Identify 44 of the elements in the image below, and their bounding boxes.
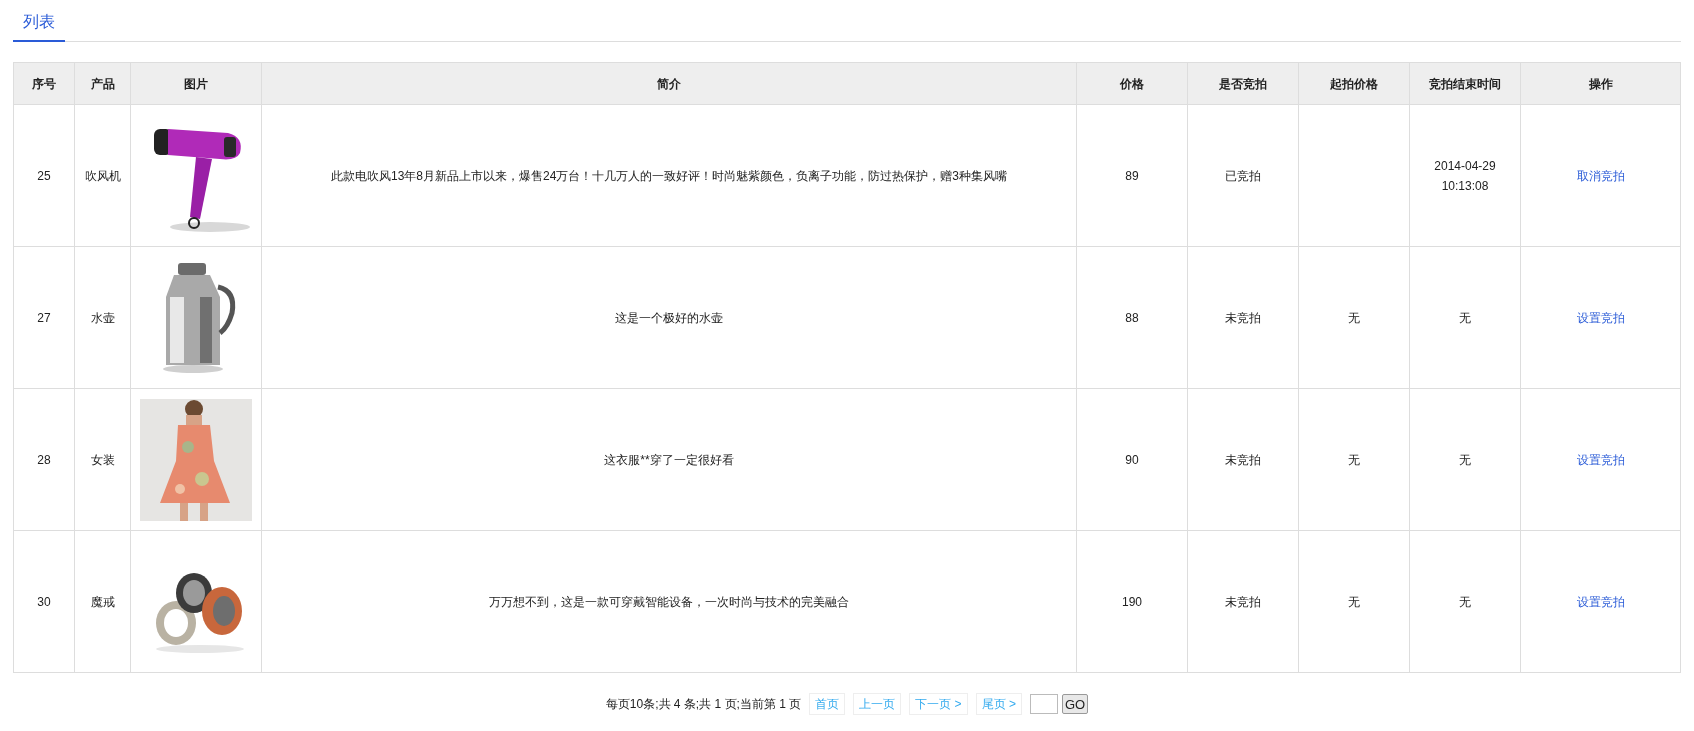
table-cell: 89 <box>1125 168 1139 183</box>
column-header: 产品 <box>90 76 115 91</box>
column-header: 图片 <box>184 76 208 91</box>
table-cell: 无 <box>1348 594 1360 609</box>
table-cell-text: 无 <box>1459 593 1471 611</box>
table-cell: 90 <box>1125 452 1139 467</box>
table-cell: 万万想不到，这是一款可穿戴智能设备，一次时尚与技术的完美融合 <box>489 594 849 609</box>
table-cell: 女装 <box>90 452 115 467</box>
table-cell: 27 <box>37 310 51 325</box>
table-cell-text: 无 <box>1459 309 1471 327</box>
auction-link[interactable]: 取消竞拍 <box>1576 168 1625 183</box>
table-cell: 已竞拍 <box>1225 168 1261 183</box>
table-cell: 25 <box>37 168 51 183</box>
column-header: 序号 <box>32 76 56 91</box>
table-cell: 这衣服**穿了一定很好看 <box>604 452 734 467</box>
table-cell: 30 <box>37 594 51 609</box>
table-cell: 未竞拍 <box>1225 594 1261 609</box>
page-input[interactable] <box>1029 694 1058 714</box>
table-cell-text: 2014-04-29 10:13:08 <box>1433 157 1497 195</box>
table-cell-text: 无 <box>1459 451 1471 469</box>
table-cell: 88 <box>1125 310 1139 325</box>
column-header: 操作 <box>1588 76 1613 91</box>
column-header: 竞拍结束时间 <box>1429 76 1501 91</box>
table-cell: 190 <box>1122 594 1142 609</box>
table-cell: 这是一个极好的水壶 <box>615 310 723 325</box>
auction-link[interactable]: 设置竞拍 <box>1576 310 1625 325</box>
list-tab[interactable]: 列表 <box>13 10 65 42</box>
table-cell: 魔戒 <box>90 594 115 609</box>
auction-link[interactable]: 设置竞拍 <box>1576 452 1625 467</box>
table-cell: 28 <box>37 452 51 467</box>
column-header: 是否竞拍 <box>1219 76 1267 91</box>
column-header: 价格 <box>1120 76 1144 91</box>
column-header: 起拍价格 <box>1330 76 1378 91</box>
table-cell: 无 <box>1348 452 1360 467</box>
table-cell: 此款电吹风13年8月新品上市以来，爆售24万台！十几万人的一致好评！时尚魅紫颜色，负离子功能，防过热保护，赠3种集风嘴 <box>330 168 1007 183</box>
table-cell: 未竞拍 <box>1225 452 1261 467</box>
page-summary: 每页10条;共 4 条;共 1 页;当前第 1 页 <box>605 696 802 713</box>
table-cell: 吹风机 <box>84 168 121 183</box>
table-cell: 水壶 <box>90 310 115 325</box>
go-button[interactable]: GO <box>1061 694 1089 714</box>
auction-link[interactable]: 设置竞拍 <box>1576 594 1625 609</box>
table-cell: 无 <box>1348 310 1360 325</box>
column-header: 简介 <box>657 76 681 91</box>
table-cell: 未竞拍 <box>1225 310 1261 325</box>
